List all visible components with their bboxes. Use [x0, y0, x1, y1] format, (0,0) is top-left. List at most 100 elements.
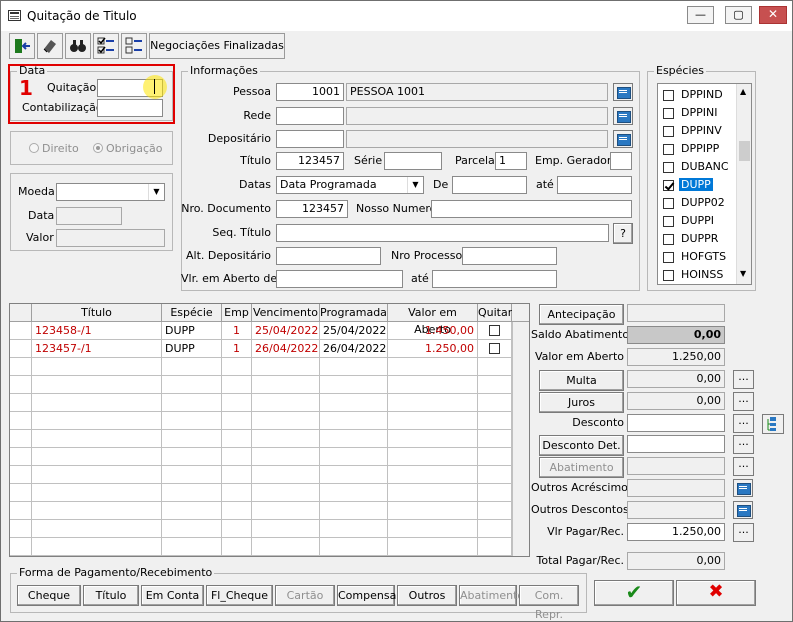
pagamento-button[interactable]: Título — [83, 585, 139, 606]
depositario-code-input[interactable] — [276, 130, 344, 148]
especie-item[interactable]: DUBANC — [658, 158, 736, 176]
multa-value[interactable]: 0,00 — [627, 370, 725, 388]
table-cell[interactable] — [32, 358, 162, 376]
outros-acrescimos-input[interactable] — [627, 479, 725, 497]
eraser-icon[interactable] — [37, 33, 63, 59]
quitar-checkbox[interactable] — [489, 325, 500, 336]
table-cell[interactable] — [388, 376, 478, 394]
grid-especie-header[interactable]: Espécie — [162, 304, 222, 322]
pagamento-button[interactable]: Com. Repr. — [519, 585, 579, 621]
desconto-det-ellipsis-button[interactable]: ... — [733, 435, 754, 454]
desconto-input[interactable] — [627, 414, 725, 432]
table-cell[interactable] — [478, 376, 512, 394]
table-cell[interactable] — [320, 412, 388, 430]
table-cell[interactable]: 1.250,00 — [388, 340, 478, 358]
especie-item[interactable]: DUPPR — [658, 230, 736, 248]
pagamento-button[interactable]: Cartão — [275, 585, 335, 606]
table-cell[interactable] — [162, 358, 222, 376]
table-cell[interactable] — [32, 376, 162, 394]
table-cell[interactable] — [222, 430, 252, 448]
alt-depositario-input[interactable] — [276, 247, 381, 265]
table-cell[interactable] — [162, 520, 222, 538]
table-cell[interactable] — [222, 358, 252, 376]
table-cell[interactable]: DUPP — [162, 340, 222, 358]
especie-checkbox[interactable] — [663, 144, 674, 155]
table-cell[interactable] — [32, 430, 162, 448]
table-cell[interactable] — [252, 484, 320, 502]
table-cell[interactable] — [478, 502, 512, 520]
table-cell[interactable] — [252, 466, 320, 484]
antecipacao-button[interactable]: Antecipação — [539, 304, 624, 325]
especie-item[interactable]: HOFGTS — [658, 248, 736, 266]
especie-item[interactable]: DPPINI — [658, 104, 736, 122]
vlr-aberto-de-input[interactable] — [276, 270, 403, 288]
table-cell[interactable] — [320, 430, 388, 448]
pagamento-button[interactable]: Cheque — [17, 585, 81, 606]
grid-emp-header[interactable]: Emp — [222, 304, 252, 322]
grid-programada-header[interactable]: Programada — [320, 304, 388, 322]
table-cell[interactable] — [32, 448, 162, 466]
table-cell[interactable]: 26/04/2022 — [252, 340, 320, 358]
table-cell[interactable]: DUPP — [162, 322, 222, 340]
serie-input[interactable] — [384, 152, 442, 170]
table-cell[interactable] — [162, 412, 222, 430]
pagamento-button[interactable]: Outros — [397, 585, 457, 606]
table-cell[interactable] — [478, 340, 512, 358]
table-cell[interactable] — [222, 376, 252, 394]
table-cell[interactable] — [388, 412, 478, 430]
pessoa-lookup-icon[interactable] — [613, 83, 633, 101]
table-cell[interactable] — [162, 466, 222, 484]
chevron-down-icon[interactable]: ▼ — [407, 177, 423, 193]
especie-checkbox[interactable] — [663, 234, 674, 245]
table-cell[interactable] — [32, 520, 162, 538]
table-cell[interactable] — [320, 538, 388, 556]
table-cell[interactable] — [222, 520, 252, 538]
pessoa-name-input[interactable]: PESSOA 1001 — [346, 83, 608, 101]
vlr-aberto-ate-input[interactable] — [432, 270, 557, 288]
emp-geradora-input[interactable] — [610, 152, 632, 170]
table-cell[interactable] — [388, 484, 478, 502]
outros-acrescimos-lookup-icon[interactable] — [733, 479, 753, 497]
abatimento-ellipsis-button[interactable]: ... — [733, 457, 754, 476]
multa-button[interactable]: Multa — [539, 370, 624, 391]
table-cell[interactable] — [252, 430, 320, 448]
table-cell[interactable] — [222, 484, 252, 502]
especies-scrollbar[interactable]: ▲ ▼ — [736, 84, 751, 284]
table-cell[interactable] — [478, 358, 512, 376]
nro-documento-input[interactable]: 123457 — [276, 200, 348, 218]
table-cell[interactable] — [388, 538, 478, 556]
especie-checkbox[interactable] — [663, 270, 674, 281]
juros-button[interactable]: Juros — [539, 392, 624, 413]
table-cell[interactable] — [162, 448, 222, 466]
especie-checkbox[interactable] — [663, 198, 674, 209]
table-cell[interactable]: 123457-/1 — [32, 340, 162, 358]
chevron-down-icon[interactable]: ▼ — [148, 184, 164, 200]
table-cell[interactable]: 1.450,00 — [388, 322, 478, 340]
check-all-icon[interactable] — [93, 33, 119, 59]
datas-select[interactable]: Data Programada ▼ — [276, 176, 424, 194]
abatimento-input[interactable] — [627, 457, 725, 475]
table-cell[interactable] — [162, 502, 222, 520]
depositario-lookup-icon[interactable] — [613, 130, 633, 148]
table-cell[interactable] — [252, 358, 320, 376]
abatimento-button[interactable]: Abatimento — [539, 457, 624, 478]
table-cell[interactable] — [222, 448, 252, 466]
grid-vencimento-header[interactable]: Vencimento — [252, 304, 320, 322]
table-cell[interactable] — [320, 466, 388, 484]
binoculars-icon[interactable] — [65, 33, 91, 59]
table-cell[interactable] — [32, 394, 162, 412]
grid-valor-header[interactable]: Valor em Aberto — [388, 304, 478, 336]
ate-input[interactable] — [557, 176, 632, 194]
rede-code-input[interactable] — [276, 107, 344, 125]
table-cell[interactable] — [32, 466, 162, 484]
table-cell[interactable] — [32, 484, 162, 502]
juros-ellipsis-button[interactable]: ... — [733, 392, 754, 411]
table-cell[interactable] — [222, 412, 252, 430]
especie-item[interactable]: HOINSS — [658, 266, 736, 284]
table-cell[interactable] — [252, 394, 320, 412]
de-input[interactable] — [452, 176, 527, 194]
grid-quitar-header[interactable]: Quitar — [478, 304, 512, 322]
outros-descontos-input[interactable] — [627, 501, 725, 519]
table-cell[interactable] — [478, 430, 512, 448]
table-cell[interactable] — [162, 484, 222, 502]
